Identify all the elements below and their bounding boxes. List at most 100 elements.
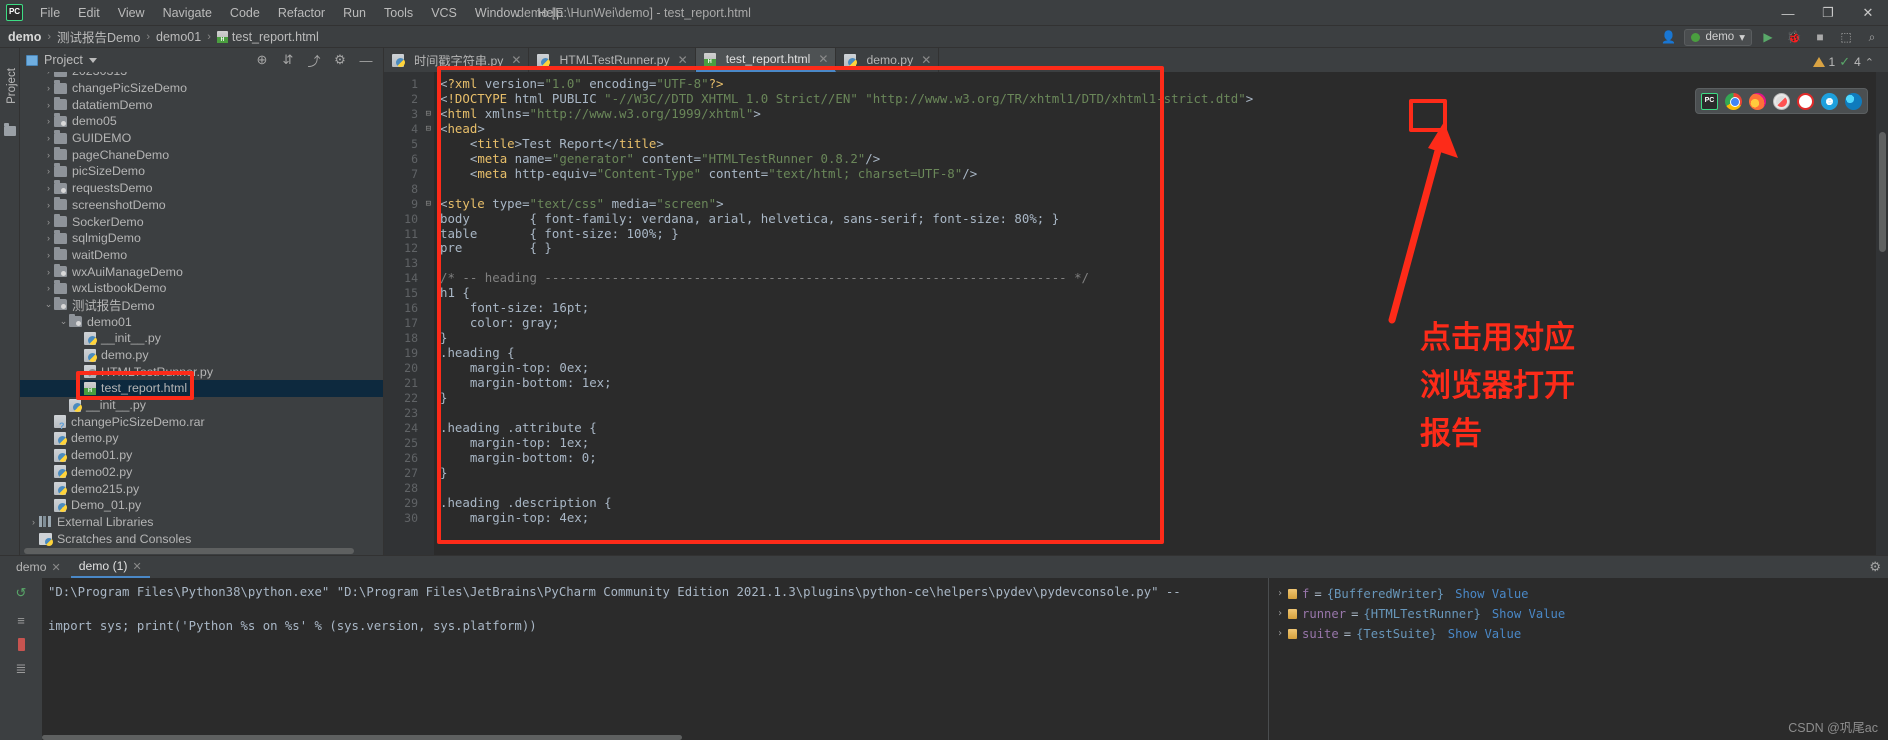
close-button[interactable]: ✕ [1848, 0, 1888, 26]
tree-item[interactable]: demo01.py [20, 447, 383, 464]
chevron-right-icon[interactable]: › [43, 283, 54, 293]
chevron-right-icon[interactable]: › [1277, 604, 1283, 624]
tree-item[interactable]: › picSizeDemo [20, 163, 383, 180]
fold-marker[interactable] [422, 406, 431, 421]
show-value-link[interactable]: Show Value [1492, 604, 1565, 624]
tree-item[interactable]: changePicSizeDemo.rar [20, 413, 383, 430]
chevron-down-icon[interactable] [88, 57, 97, 63]
breadcrumb-item-file[interactable]: test_report.html [216, 30, 319, 44]
close-icon[interactable]: ✕ [52, 561, 61, 574]
fold-marker[interactable] [422, 331, 431, 346]
gear-icon[interactable]: ⚙ [333, 52, 347, 67]
editor-tab[interactable]: test_report.html ✕ [695, 48, 837, 72]
tree-item[interactable]: demo215.py [20, 480, 383, 497]
chevron-down-icon[interactable]: ⌄ [43, 299, 54, 310]
menu-refactor[interactable]: Refactor [269, 3, 334, 23]
tree-item[interactable]: › demo05 [20, 113, 383, 130]
chevron-right-icon[interactable]: › [43, 100, 54, 110]
show-variables-icon[interactable]: ≣ [12, 660, 30, 678]
fold-marker[interactable] [422, 496, 431, 511]
tree-item[interactable]: › sqlmigDemo [20, 230, 383, 247]
console-tab-demo1[interactable]: demo (1) ✕ [70, 556, 150, 578]
tree-item[interactable]: __init__.py [20, 397, 383, 414]
chevron-right-icon[interactable]: › [43, 217, 54, 227]
user-icon[interactable]: 👤 [1658, 28, 1678, 46]
fold-marker[interactable]: ⊟ [422, 197, 431, 212]
expand-all-icon[interactable]: ⤴ [307, 53, 321, 69]
close-icon[interactable]: ✕ [511, 53, 521, 67]
gear-icon[interactable]: ⚙ [1869, 559, 1881, 575]
tree-item-selected[interactable]: test_report.html [20, 380, 383, 397]
tree-item[interactable]: ⌄ 测试报告Demo [20, 296, 383, 314]
menu-navigate[interactable]: Navigate [154, 3, 221, 23]
ie-icon[interactable] [1821, 92, 1838, 110]
rerun-icon[interactable]: ↺ [12, 584, 30, 602]
search-icon[interactable]: ⌕ [1862, 28, 1882, 46]
breadcrumb-item-folder1[interactable]: 测试报告Demo [57, 27, 140, 46]
structure-icon[interactable] [4, 123, 16, 136]
editor-tab[interactable]: demo.py ✕ [836, 48, 940, 72]
editor-tab[interactable]: HTMLTestRunner.py ✕ [529, 48, 696, 72]
fold-marker[interactable] [422, 481, 431, 496]
fold-marker[interactable] [422, 451, 431, 466]
menu-view[interactable]: View [109, 3, 154, 23]
fold-marker[interactable] [422, 466, 431, 481]
fold-marker[interactable]: ⊟ [422, 122, 431, 137]
maximize-button[interactable]: ❐ [1808, 0, 1848, 26]
safari-icon[interactable] [1773, 92, 1790, 110]
opera-icon[interactable] [1797, 92, 1814, 110]
chevron-right-icon[interactable]: › [43, 200, 54, 210]
close-icon[interactable]: ✕ [818, 52, 828, 66]
tree-item[interactable]: Scratches and Consoles [20, 530, 383, 547]
run-configuration-selector[interactable]: demo ▾ [1684, 28, 1752, 46]
pycharm-icon[interactable]: PC [1701, 92, 1718, 110]
menu-run[interactable]: Run [334, 3, 375, 23]
fold-marker[interactable] [422, 92, 431, 107]
tree-item[interactable]: demo.py [20, 430, 383, 447]
chevron-right-icon[interactable]: › [43, 116, 54, 126]
tree-item[interactable]: Demo_01.py [20, 497, 383, 514]
variable-row[interactable]: › runner = {HTMLTestRunner} Show Value [1277, 604, 1880, 624]
chevron-right-icon[interactable]: › [1277, 584, 1283, 604]
layout-button[interactable]: ⬚ [1836, 28, 1856, 46]
project-file-tree[interactable]: › 20230313 › changePicSizeDemo › datatiemDemo… [20, 72, 383, 555]
tree-item[interactable]: › datatiemDemo [20, 96, 383, 113]
chevron-up-icon[interactable]: ⌃ [1865, 56, 1874, 69]
tree-item[interactable]: demo02.py [20, 464, 383, 481]
chevron-down-icon[interactable]: ⌄ [58, 316, 69, 327]
chevron-right-icon[interactable]: › [43, 166, 54, 176]
tree-item[interactable]: › waitDemo [20, 246, 383, 264]
breadcrumb-item-project[interactable]: demo [8, 30, 41, 44]
fold-marker[interactable] [422, 227, 431, 242]
tree-item[interactable]: › wxListbookDemo [20, 280, 383, 297]
tree-item[interactable]: › screenshotDemo [20, 196, 383, 214]
breadcrumb-item-folder2[interactable]: demo01 [156, 30, 201, 44]
fold-marker[interactable] [422, 421, 431, 436]
tree-item[interactable]: › changePicSizeDemo [20, 80, 383, 97]
chevron-right-icon[interactable]: › [43, 267, 54, 277]
firefox-icon[interactable] [1749, 92, 1766, 110]
tree-item[interactable]: › External Libraries [20, 514, 383, 531]
editor-tab[interactable]: 时间戳字符串.py ✕ [384, 48, 530, 72]
chevron-right-icon[interactable]: › [43, 150, 54, 160]
variables-panel[interactable]: › f = {BufferedWriter} Show Value › runner = {HT… [1268, 578, 1888, 740]
tree-item[interactable]: ⌄ demo01 [20, 313, 383, 330]
fold-marker[interactable] [422, 271, 431, 286]
fold-marker[interactable] [422, 361, 431, 376]
tool-window-tab-project[interactable]: Project [6, 58, 18, 114]
fold-marker[interactable] [422, 182, 431, 197]
fold-marker[interactable] [422, 167, 431, 182]
chevron-right-icon[interactable]: › [28, 517, 39, 527]
debug-button[interactable]: 🐞 [1784, 28, 1804, 46]
fold-markers[interactable]: ⊟ ⊟ ⊟ [422, 77, 431, 526]
console-output[interactable]: "D:\Program Files\Python38\python.exe" "… [42, 578, 1268, 740]
show-value-link[interactable]: Show Value [1448, 624, 1521, 644]
tree-item[interactable]: demo.py [20, 347, 383, 364]
code-content[interactable]: <?xml version="1.0" encoding="UTF-8"?> <!… [434, 72, 1888, 555]
scroll-from-source-icon[interactable]: ⊕ [255, 52, 269, 67]
edge-icon[interactable] [1845, 92, 1862, 110]
close-icon[interactable]: ✕ [133, 560, 142, 573]
show-value-link[interactable]: Show Value [1455, 584, 1528, 604]
tree-item[interactable]: › SockerDemo [20, 213, 383, 230]
fold-marker[interactable] [422, 301, 431, 316]
